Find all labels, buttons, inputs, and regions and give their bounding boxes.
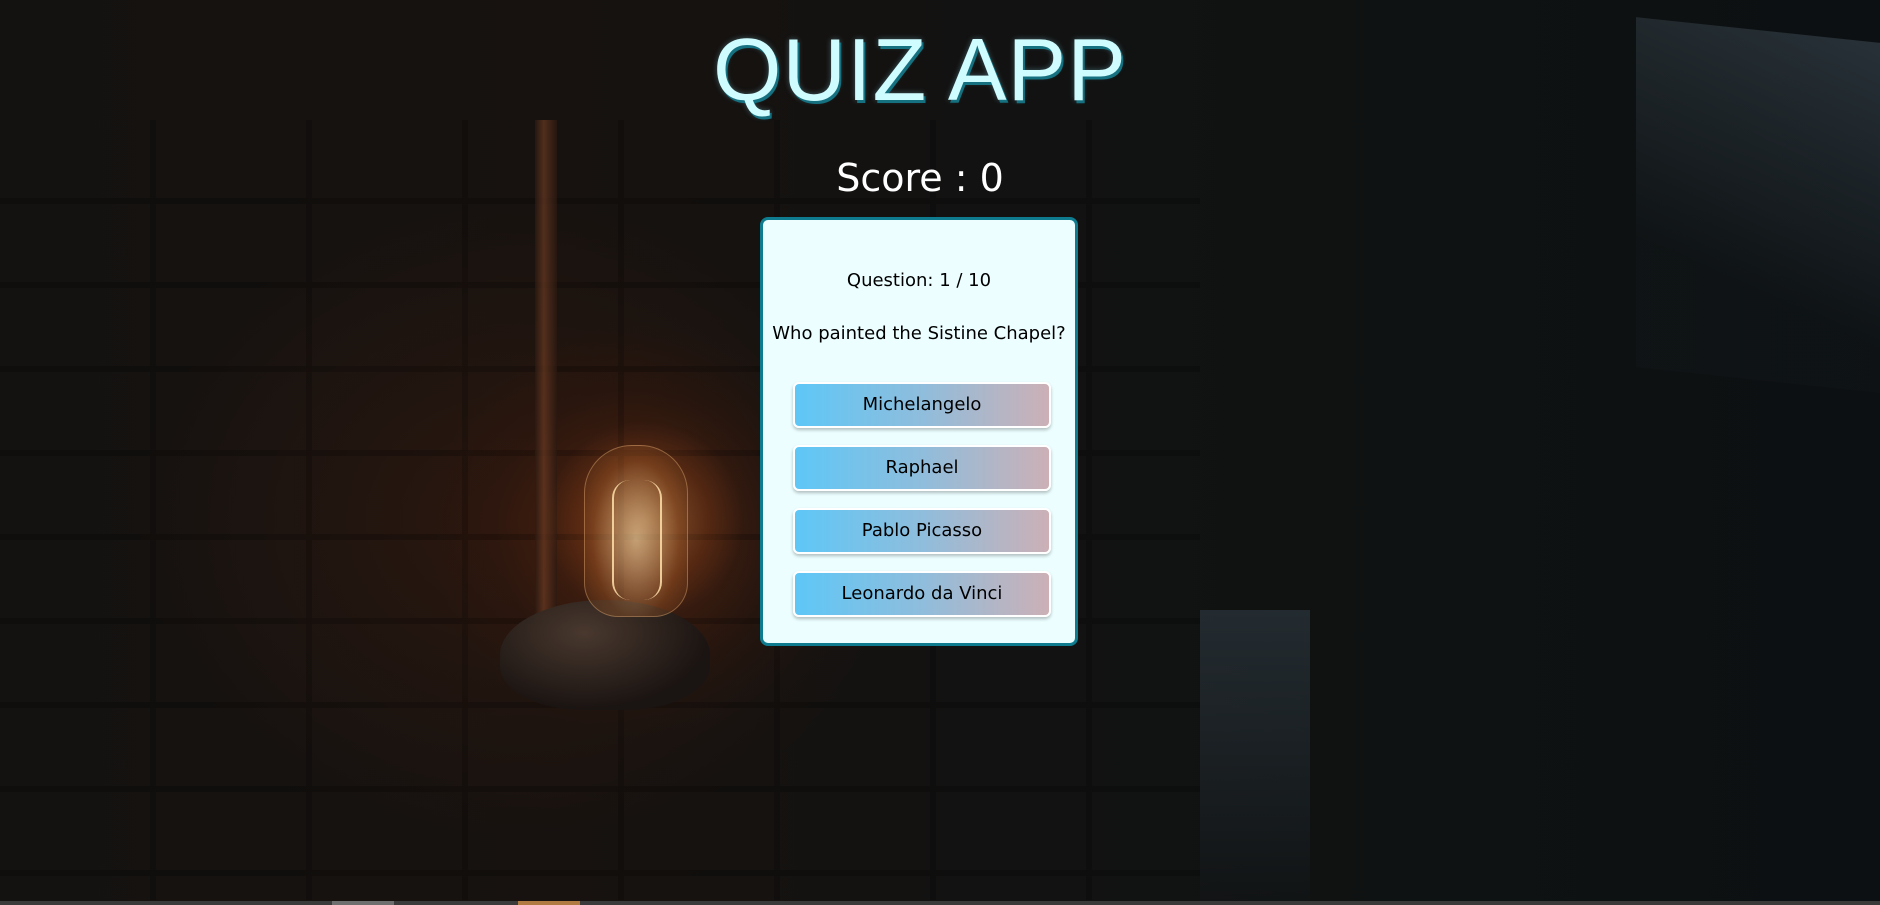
- lamp-socket: [500, 600, 710, 710]
- bulb-filament: [612, 480, 662, 600]
- score-display: Score : 0: [836, 156, 1004, 200]
- bottom-edge-segment: [518, 901, 580, 905]
- question-text: Who painted the Sistine Chapel?: [772, 323, 1066, 344]
- window-light-low: [1200, 610, 1310, 905]
- app-title: QUIZ APP: [713, 20, 1127, 119]
- bottom-edge-segment: [332, 901, 394, 905]
- question-counter: Question: 1 / 10: [846, 270, 992, 291]
- bottom-edge-bar: [0, 901, 1880, 905]
- quiz-card: Question: 1 / 10 Who painted the Sistine…: [760, 217, 1078, 646]
- answer-list: Michelangelo Raphael Pablo Picasso Leona…: [793, 382, 1051, 634]
- answer-button-michelangelo[interactable]: Michelangelo: [793, 382, 1051, 428]
- answer-button-raphael[interactable]: Raphael: [793, 445, 1051, 491]
- answer-button-pablo-picasso[interactable]: Pablo Picasso: [793, 508, 1051, 554]
- answer-button-leonardo-da-vinci[interactable]: Leonardo da Vinci: [793, 571, 1051, 617]
